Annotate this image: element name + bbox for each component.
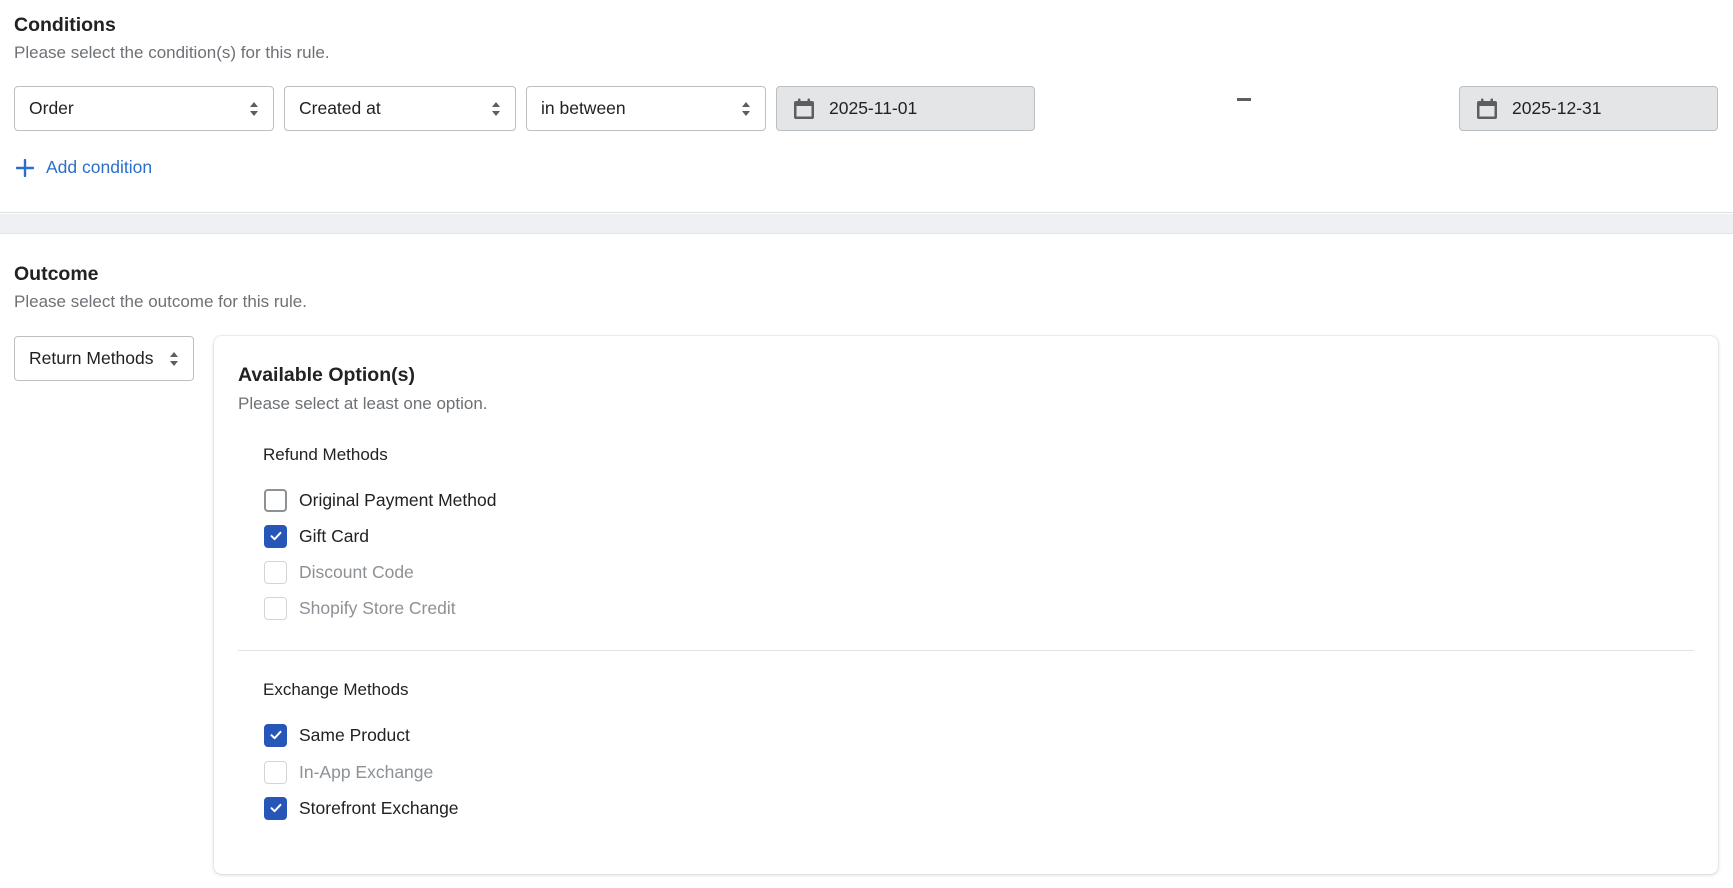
conditions-subtitle: Please select the condition(s) for this …	[14, 43, 330, 62]
conditions-title: Conditions	[14, 14, 116, 36]
option-label: In-App Exchange	[299, 761, 434, 782]
date-range-separator	[1237, 98, 1251, 101]
option-label: Storefront Exchange	[299, 797, 459, 818]
end-date-value: 2025-12-31	[1512, 98, 1602, 118]
option-original-payment-method[interactable]: Original Payment Method	[264, 488, 496, 512]
option-shopify-store-credit: Shopify Store Credit	[264, 596, 456, 620]
option-label: Discount Code	[299, 561, 414, 582]
checkbox-checked[interactable]	[264, 723, 287, 747]
entity-select-value: Order	[29, 98, 74, 118]
checkbox-checked[interactable]	[264, 796, 287, 820]
checkbox-checked[interactable]	[264, 524, 287, 548]
start-date-value: 2025-11-01	[829, 98, 918, 118]
option-storefront-exchange[interactable]: Storefront Exchange	[264, 796, 459, 820]
option-gift-card[interactable]: Gift Card	[264, 524, 369, 548]
option-discount-code: Discount Code	[264, 560, 414, 584]
option-label: Original Payment Method	[299, 489, 497, 510]
entity-select[interactable]: Order	[14, 86, 274, 131]
field-select-value: Created at	[299, 98, 381, 118]
calendar-icon	[794, 98, 814, 119]
checkbox-disabled	[264, 596, 287, 620]
outcome-type-select[interactable]: Return Methods	[14, 336, 194, 381]
option-label: Gift Card	[299, 525, 370, 546]
option-same-product[interactable]: Same Product	[264, 723, 410, 747]
checkbox-disabled	[264, 760, 287, 784]
checkmark-icon	[270, 730, 281, 740]
calendar-icon	[1477, 98, 1497, 119]
option-in-app-exchange: In-App Exchange	[264, 760, 433, 784]
checkmark-icon	[270, 531, 281, 541]
field-select[interactable]: Created at	[284, 86, 516, 131]
select-arrows-icon	[492, 101, 500, 116]
section-divider	[0, 214, 1733, 234]
card-subtitle: Please select at least one option.	[238, 394, 488, 413]
conditions-section: Conditions Please select the condition(s…	[0, 0, 1733, 213]
add-condition-button[interactable]: Add condition	[16, 157, 152, 178]
available-options-card: Available Option(s) Please select at lea…	[214, 336, 1718, 874]
group-divider	[238, 650, 1694, 651]
operator-select-value: in between	[541, 98, 626, 118]
outcome-title: Outcome	[14, 263, 99, 285]
select-arrows-icon	[170, 351, 178, 366]
checkmark-icon	[270, 803, 281, 813]
outcome-type-select-value: Return Methods	[29, 348, 154, 368]
card-title: Available Option(s)	[238, 364, 415, 386]
outcome-subtitle: Please select the outcome for this rule.	[14, 292, 307, 311]
select-arrows-icon	[250, 101, 258, 116]
checkbox-disabled	[264, 560, 287, 584]
select-arrows-icon	[742, 101, 750, 116]
end-date-field[interactable]: 2025-12-31	[1459, 86, 1718, 131]
operator-select[interactable]: in between	[526, 86, 766, 131]
start-date-field[interactable]: 2025-11-01	[776, 86, 1035, 131]
refund-methods-label: Refund Methods	[263, 445, 388, 464]
option-label: Same Product	[299, 724, 410, 745]
option-label: Shopify Store Credit	[299, 597, 456, 618]
exchange-methods-label: Exchange Methods	[263, 680, 409, 699]
add-condition-label: Add condition	[46, 157, 153, 177]
checkbox[interactable]	[264, 488, 287, 512]
plus-icon	[16, 158, 34, 177]
